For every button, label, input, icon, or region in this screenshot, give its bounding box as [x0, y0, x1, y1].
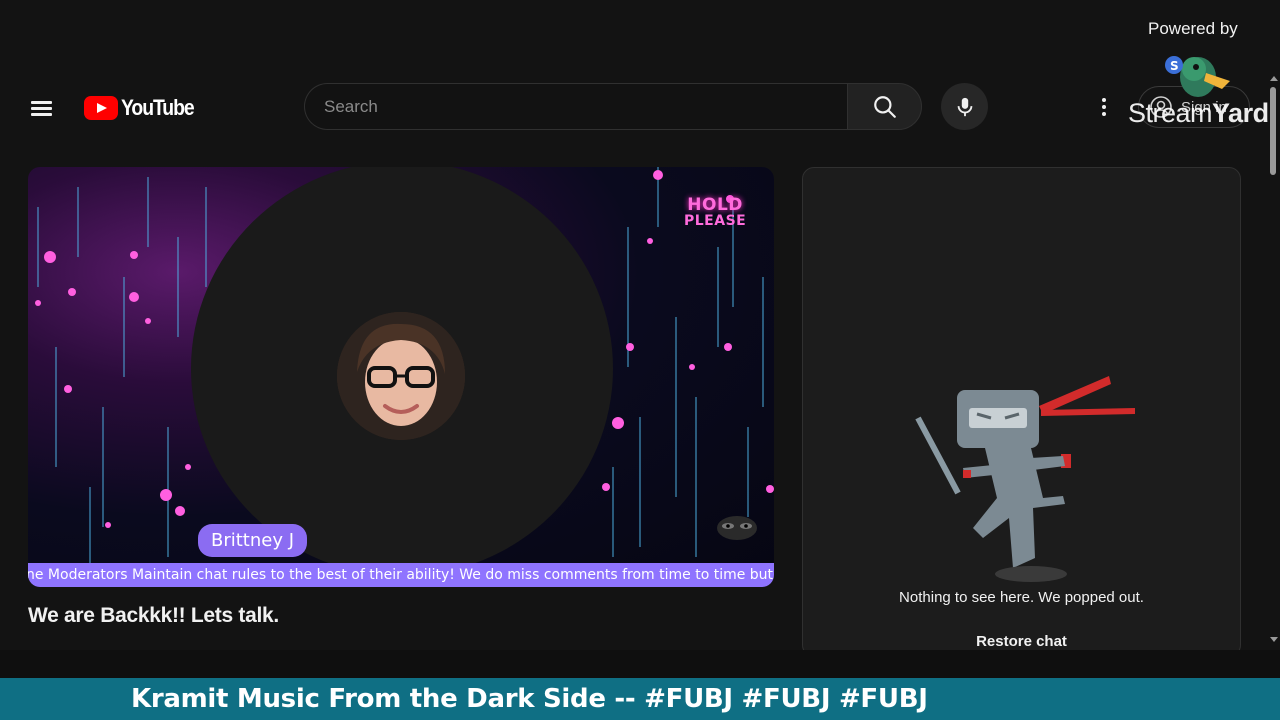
settings-more-icon[interactable] [1092, 92, 1116, 122]
youtube-play-icon [84, 96, 118, 120]
ticker-banner: ne Moderators Maintain chat rules to the… [28, 563, 774, 587]
video-title: We are Backkk!! Lets talk. [28, 604, 279, 627]
voice-search-button[interactable] [941, 83, 988, 130]
scroll-down-icon[interactable] [1270, 637, 1278, 642]
chat-empty-message: Nothing to see here. We popped out. [899, 589, 1144, 606]
hold-please-sign: HOLD PLEASE [684, 195, 747, 230]
search-icon [873, 95, 896, 118]
masked-face-logo [717, 516, 757, 540]
video-player[interactable]: HOLD PLEASE Brittney J ne Moderators Mai… [28, 167, 774, 587]
scroll-thumb[interactable] [1270, 87, 1276, 175]
brand-bold: Yard [1212, 98, 1269, 128]
stream-banner: Kramit Music From the Dark Side -- #FUBJ… [0, 678, 1280, 720]
live-chat-panel: Nothing to see here. We popped out. Rest… [802, 167, 1241, 657]
ninja-illustration [915, 376, 1135, 582]
menu-icon[interactable] [26, 92, 58, 124]
restore-chat-button[interactable]: Restore chat [803, 633, 1240, 650]
ticker-text: ne Moderators Maintain chat rules to the… [28, 567, 774, 583]
streamyard-wordmark: StreamYard [1128, 98, 1269, 129]
hold-line-2: PLEASE [684, 213, 747, 229]
banner-text: Kramit Music From the Dark Side -- #FUBJ… [131, 684, 928, 714]
brand-light: Stream [1128, 98, 1213, 128]
page: YouTube Sign in Powered by [0, 0, 1280, 720]
logo-text: YouTube [121, 95, 195, 120]
svg-text:S: S [1170, 59, 1179, 73]
search-input[interactable] [304, 83, 847, 130]
scroll-up-icon[interactable] [1270, 76, 1278, 81]
microphone-icon [957, 97, 972, 116]
hold-line-1: HOLD [687, 195, 743, 215]
search-bar [304, 83, 922, 130]
search-button[interactable] [847, 83, 922, 130]
page-scrollbar[interactable] [1268, 70, 1280, 650]
presenter-name-tag: Brittney J [198, 524, 308, 557]
bottom-strip [0, 650, 1280, 678]
youtube-logo[interactable]: YouTube [84, 95, 203, 121]
presenter-avatar [337, 312, 465, 440]
powered-by-label: Powered by [1148, 19, 1238, 38]
